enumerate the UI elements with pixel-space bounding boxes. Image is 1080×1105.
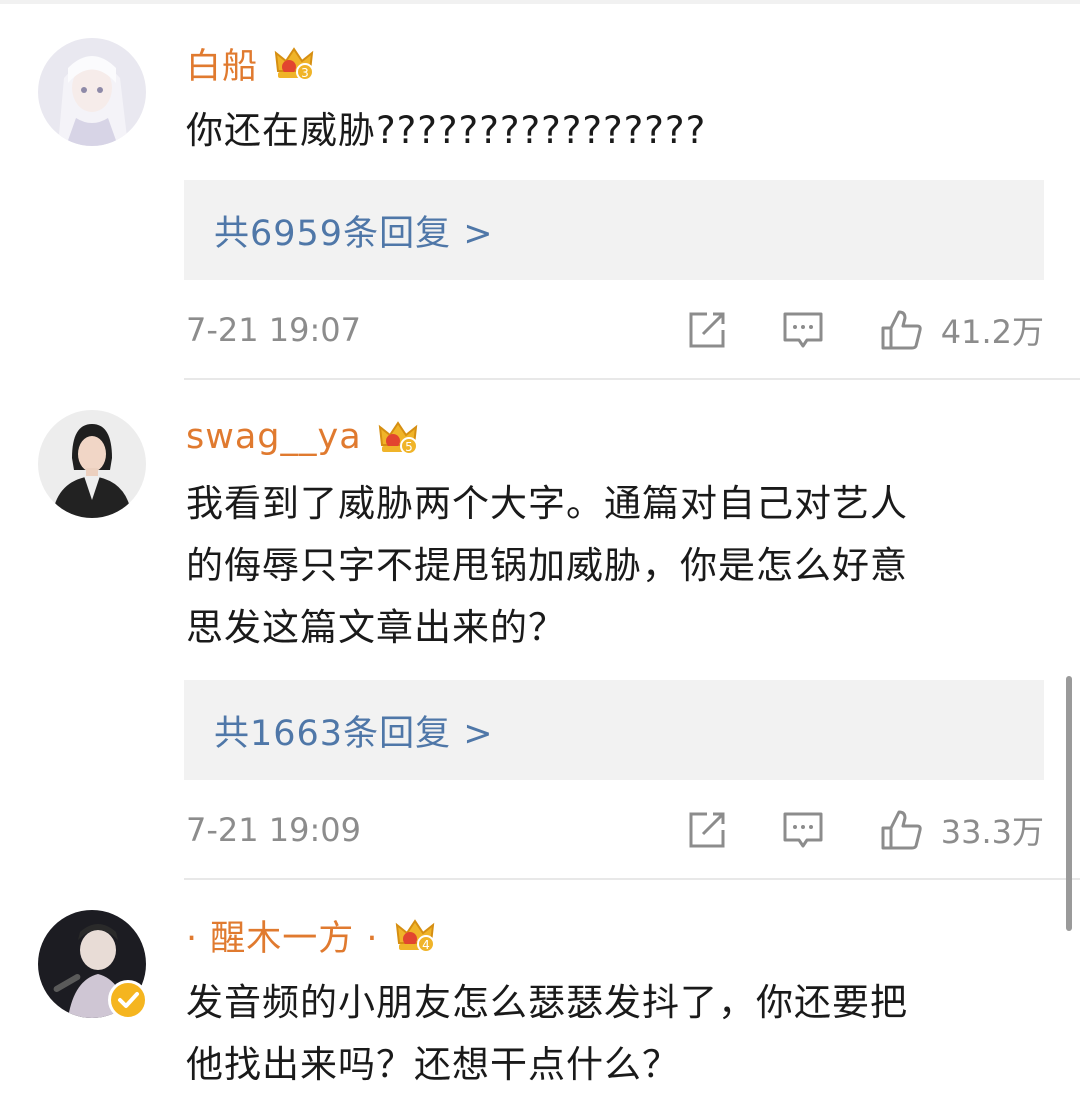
username[interactable]: · 醒木一方 · bbox=[186, 910, 379, 961]
comment-meta: 7-21 19:09 33.3万 bbox=[186, 800, 1044, 860]
username[interactable]: swag__ya bbox=[186, 417, 362, 457]
replies-label: 共1663条回复 > bbox=[214, 713, 494, 754]
thumbs-up-icon[interactable] bbox=[879, 308, 923, 352]
comment-text: 发音频的小朋友怎么瑟瑟发抖了，你还要把 他找出来吗？还想干点什么？ bbox=[186, 981, 908, 1086]
timestamp: 7-21 19:09 bbox=[186, 811, 362, 849]
verified-badge-icon bbox=[108, 980, 148, 1020]
crown-icon: 5 bbox=[376, 415, 420, 459]
like-count: 33.3万 bbox=[940, 813, 1044, 851]
timestamp: 7-21 19:07 bbox=[186, 311, 362, 349]
like-count: 41.2万 bbox=[940, 313, 1044, 351]
avatar[interactable] bbox=[38, 410, 146, 518]
crown-level: 4 bbox=[422, 938, 430, 952]
name-row: · 醒木一方 · 4 bbox=[186, 905, 437, 965]
crown-level: 5 bbox=[405, 440, 413, 454]
crown-icon: 3 bbox=[272, 41, 316, 85]
thumbs-up-icon[interactable] bbox=[879, 808, 923, 852]
divider bbox=[184, 378, 1080, 380]
share-icon[interactable] bbox=[685, 808, 729, 852]
comment-icon[interactable] bbox=[781, 308, 825, 352]
scrollbar[interactable] bbox=[1066, 676, 1072, 931]
name-row: 白船 3 bbox=[186, 33, 316, 93]
comment-meta: 7-21 19:07 41.2万 bbox=[186, 300, 1044, 360]
view-replies-button[interactable]: 共1663条回复 > bbox=[184, 680, 1044, 780]
top-divider bbox=[0, 0, 1080, 4]
view-replies-button[interactable]: 共6959条回复 > bbox=[184, 180, 1044, 280]
comment-text: 你还在威胁???????????????? bbox=[186, 109, 707, 152]
replies-label: 共6959条回复 > bbox=[214, 213, 494, 254]
crown-level: 3 bbox=[301, 66, 309, 80]
username[interactable]: 白船 bbox=[186, 38, 258, 89]
comment-icon[interactable] bbox=[781, 808, 825, 852]
name-row: swag__ya 5 bbox=[186, 407, 420, 467]
divider bbox=[184, 878, 1080, 880]
comment-text: 我看到了威胁两个大字。通篇对自己对艺人 的侮辱只字不提甩锅加威胁，你是怎么好意 … bbox=[186, 482, 908, 649]
share-icon[interactable] bbox=[685, 308, 729, 352]
crown-icon: 4 bbox=[393, 913, 437, 957]
avatar[interactable] bbox=[38, 38, 146, 146]
